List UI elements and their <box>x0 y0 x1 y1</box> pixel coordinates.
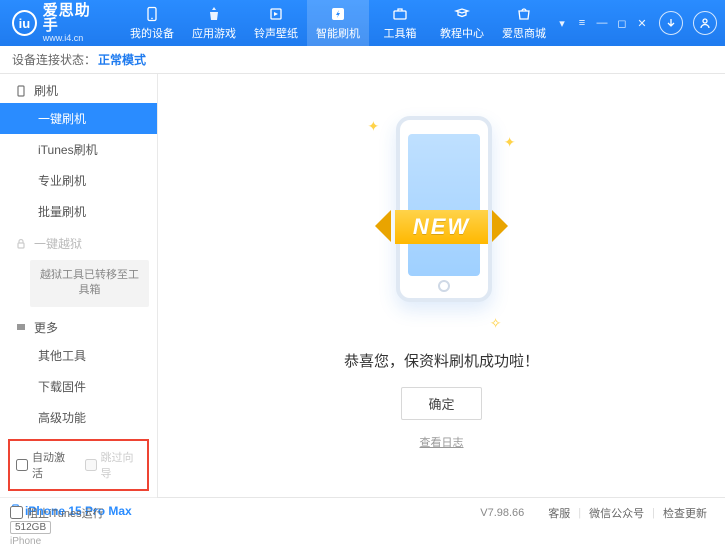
main-panel: NEW ✦ ✦ ✧ 恭喜您，保资料刷机成功啦！ 确定 查看日志 <box>158 74 725 497</box>
footer-link-wechat[interactable]: 微信公众号 <box>589 505 644 521</box>
nav-tutorials[interactable]: 教程中心 <box>431 0 493 46</box>
app-logo: iu 爱思助手 www.i4.cn <box>12 3 103 44</box>
nav-store[interactable]: 爱思商城 <box>493 0 555 46</box>
sidebar-item-pro-flash[interactable]: 专业刷机 <box>0 165 157 196</box>
nav-label: 智能刷机 <box>316 25 360 41</box>
status-prefix: 设备连接状态： <box>12 51 96 68</box>
user-button[interactable] <box>693 11 717 35</box>
options-highlight-box: 自动激活 跳过向导 <box>8 439 149 491</box>
checkbox-label: 阻止iTunes运行 <box>27 505 104 521</box>
sidebar-group-jailbreak: 一键越狱 <box>0 227 157 256</box>
ok-button[interactable]: 确定 <box>401 387 481 420</box>
toolbox-icon <box>391 5 409 23</box>
sidebar-item-advanced[interactable]: 高级功能 <box>0 402 157 433</box>
success-message: 恭喜您，保资料刷机成功啦！ <box>344 350 539 371</box>
nav-label: 应用游戏 <box>192 25 236 41</box>
new-ribbon: NEW <box>395 210 488 244</box>
top-nav: 我的设备 应用游戏 铃声壁纸 智能刷机 工具箱 教程中心 爱思商城 <box>121 0 555 46</box>
download-button[interactable] <box>659 11 683 35</box>
sparkle-icon: ✧ <box>490 315 502 332</box>
menu-icon[interactable]: ▾ <box>555 16 569 30</box>
device-icon <box>143 5 161 23</box>
app-name: 爱思助手 <box>43 3 103 35</box>
block-itunes-input[interactable] <box>10 506 23 519</box>
nav-ringtones[interactable]: 铃声壁纸 <box>245 0 307 46</box>
tutorial-icon <box>453 5 471 23</box>
version-label: V7.98.66 <box>480 507 524 519</box>
nav-apps-games[interactable]: 应用游戏 <box>183 0 245 46</box>
device-storage: 512GB <box>10 521 51 534</box>
title-bar: iu 爱思助手 www.i4.cn 我的设备 应用游戏 铃声壁纸 智能刷机 工具… <box>0 0 725 46</box>
group-label: 刷机 <box>34 82 58 99</box>
nav-smart-flash[interactable]: 智能刷机 <box>307 0 369 46</box>
maximize-icon[interactable]: ◻ <box>615 16 629 30</box>
phone-icon <box>14 84 28 98</box>
checkbox-auto-activate[interactable]: 自动激活 <box>16 449 73 481</box>
footer-link-support[interactable]: 客服 <box>548 505 570 521</box>
device-status-bar: 设备连接状态： 正常模式 <box>0 46 725 74</box>
nav-label: 铃声壁纸 <box>254 25 298 41</box>
sparkle-icon: ✦ <box>504 134 516 151</box>
nav-label: 爱思商城 <box>502 25 546 41</box>
lock-icon <box>14 237 28 251</box>
sidebar-item-one-key-flash[interactable]: 一键刷机 <box>0 103 157 134</box>
checkbox-label: 跳过向导 <box>101 449 142 481</box>
footer-link-update[interactable]: 检查更新 <box>663 505 707 521</box>
auto-activate-input[interactable] <box>16 459 28 471</box>
sidebar: 刷机 一键刷机 iTunes刷机 专业刷机 批量刷机 一键越狱 越狱工具已转移至… <box>0 74 158 497</box>
more-icon <box>14 320 28 334</box>
store-icon <box>515 5 533 23</box>
checkbox-block-itunes[interactable]: 阻止iTunes运行 <box>10 505 104 521</box>
nav-label: 我的设备 <box>130 25 174 41</box>
sparkle-icon: ✦ <box>368 118 380 135</box>
jailbreak-moved-notice: 越狱工具已转移至工具箱 <box>30 260 149 307</box>
device-type: iPhone <box>10 536 147 547</box>
apps-icon <box>205 5 223 23</box>
nav-label: 工具箱 <box>384 25 417 41</box>
app-url: www.i4.cn <box>43 34 103 43</box>
minimize-icon[interactable]: — <box>595 16 609 30</box>
sidebar-item-batch-flash[interactable]: 批量刷机 <box>0 196 157 227</box>
sidebar-item-itunes-flash[interactable]: iTunes刷机 <box>0 134 157 165</box>
nav-label: 教程中心 <box>440 25 484 41</box>
sidebar-group-flash[interactable]: 刷机 <box>0 74 157 103</box>
sidebar-item-download-firmware[interactable]: 下载固件 <box>0 371 157 402</box>
nav-toolbox[interactable]: 工具箱 <box>369 0 431 46</box>
group-label: 一键越狱 <box>34 235 82 252</box>
logo-badge-icon: iu <box>12 10 37 36</box>
checkbox-label: 自动激活 <box>32 449 73 481</box>
ringtone-icon <box>267 5 285 23</box>
checkbox-skip-guide[interactable]: 跳过向导 <box>85 449 142 481</box>
close-icon[interactable]: ✕ <box>635 16 649 30</box>
group-label: 更多 <box>34 319 58 336</box>
sidebar-item-other-tools[interactable]: 其他工具 <box>0 340 157 371</box>
phone-illustration: NEW ✦ ✦ ✧ <box>372 110 512 330</box>
settings-icon[interactable]: ≡ <box>575 16 589 30</box>
skip-guide-input <box>85 459 97 471</box>
sidebar-group-more[interactable]: 更多 <box>0 311 157 340</box>
status-mode: 正常模式 <box>98 51 146 68</box>
nav-my-device[interactable]: 我的设备 <box>121 0 183 46</box>
flash-icon <box>329 5 347 23</box>
view-log-link[interactable]: 查看日志 <box>420 434 464 450</box>
